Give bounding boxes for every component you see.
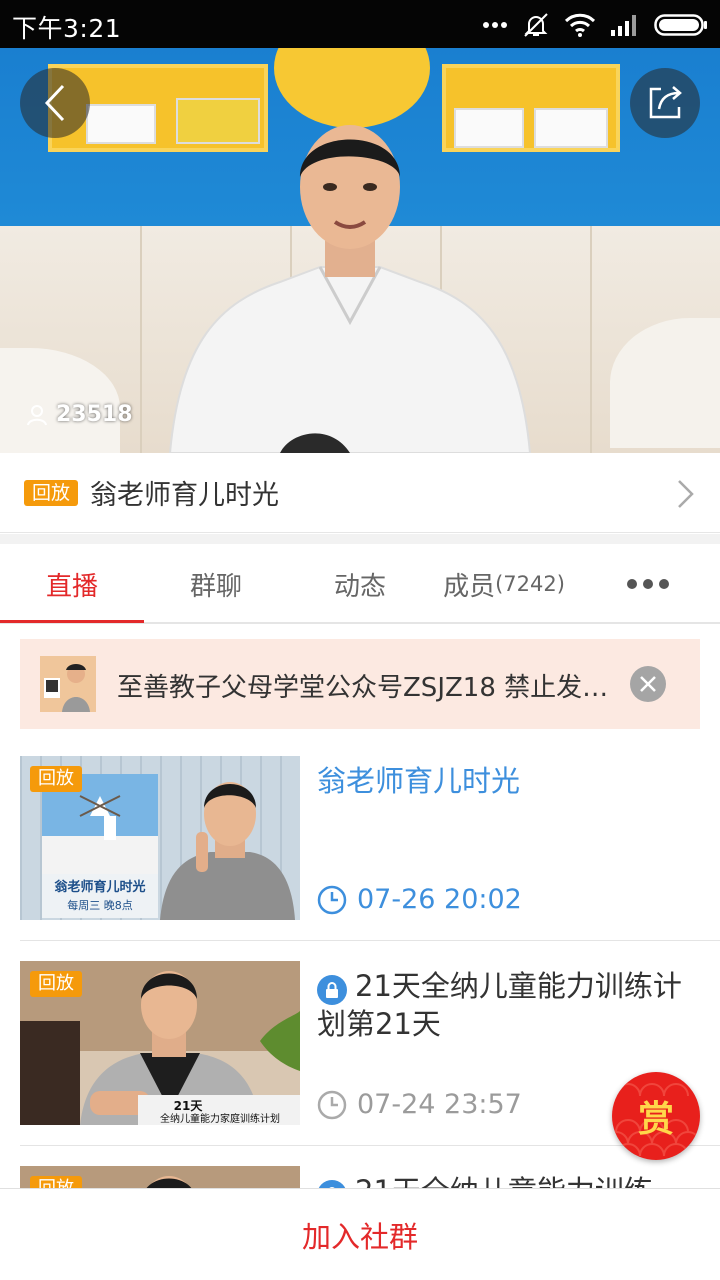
panel-line <box>140 226 142 453</box>
replay-badge: 回放 <box>24 479 79 506</box>
more-dots-icon <box>483 22 507 28</box>
panel-line <box>590 226 592 453</box>
chevron-right-icon <box>678 480 694 508</box>
notice-thumbnail <box>40 656 96 712</box>
close-icon <box>640 676 656 692</box>
thumbnail-caption: 翁老师育儿时光 <box>53 879 145 895</box>
signal-icon <box>611 15 636 36</box>
battery-icon <box>654 14 707 36</box>
list-item[interactable]: 翁老师育儿时光 每周三 晚8点 回放 翁老师育儿时光 07-26 20:02 <box>20 756 700 920</box>
live-video[interactable]: 23518 <box>0 48 720 453</box>
status-bar: 下午3:21 <box>0 0 720 48</box>
share-icon <box>649 86 682 119</box>
wifi-icon <box>564 13 596 37</box>
item-title-text: 21天全纳儿童能力训练计划第21天 <box>317 969 682 1041</box>
divider <box>20 940 720 941</box>
clock-icon <box>317 1090 347 1119</box>
reward-label: 赏 <box>637 1099 674 1140</box>
viewer-count: 23518 <box>26 402 133 427</box>
notice-thumbnail-image <box>40 656 96 712</box>
notice-banner[interactable]: 至善教子父母学堂公众号ZSJZ18 禁止发广告 <box>20 639 700 729</box>
chevron-left-icon <box>44 84 65 122</box>
live-title-row[interactable]: 回放 翁老师育儿时光 <box>0 453 720 533</box>
live-title: 翁老师育儿时光 <box>90 480 280 511</box>
share-button[interactable] <box>630 68 700 138</box>
tab-members[interactable]: 成员 (7242) <box>432 544 576 624</box>
join-group-button[interactable]: 加入社群 <box>302 1214 418 1256</box>
tab-live[interactable]: 直播 <box>0 544 144 624</box>
thumbnail-subcaption: 每周三 晚8点 <box>67 898 133 912</box>
bottom-bar: 加入社群 <box>0 1188 720 1280</box>
video-prop <box>86 104 156 144</box>
replay-badge: 回放 <box>30 766 82 792</box>
tab-feed[interactable]: 动态 <box>288 544 432 624</box>
list-item[interactable]: 21天 全纳儿童能力家庭训练计划 回放 21天全纳儿童能力训练计划第21天 07… <box>20 961 700 1125</box>
tab-label: 群聊 <box>189 571 242 602</box>
status-time: 下午3:21 <box>12 14 122 43</box>
item-time-value: 07-26 20:02 <box>357 884 522 915</box>
tab-label: 动态 <box>333 571 386 602</box>
viewer-count-value: 23518 <box>56 402 133 427</box>
tab-group-chat[interactable]: 群聊 <box>144 544 288 624</box>
member-count: (7242) <box>495 572 565 596</box>
item-time: 07-26 20:02 <box>317 884 522 915</box>
mute-icon <box>524 13 548 37</box>
back-button[interactable] <box>20 68 90 138</box>
more-icon <box>627 579 669 589</box>
notice-close-button[interactable] <box>630 666 666 702</box>
item-title: 21天全纳儿童能力训练计划第21天 <box>317 967 700 1043</box>
item-time: 07-24 23:57 <box>317 1089 522 1120</box>
presenter-figure <box>168 125 532 453</box>
notice-text: 至善教子父母学堂公众号ZSJZ18 禁止发广告 <box>117 673 615 703</box>
item-thumbnail: 翁老师育儿时光 每周三 晚8点 回放 <box>20 756 300 920</box>
person-icon <box>27 404 47 425</box>
item-time-value: 07-24 23:57 <box>357 1089 522 1120</box>
lock-icon <box>317 975 347 1005</box>
thumbnail-subcaption: 全纳儿童能力家庭训练计划 <box>160 1112 280 1125</box>
replay-badge: 回放 <box>30 971 82 997</box>
active-tab-indicator <box>0 620 144 623</box>
tab-more[interactable] <box>576 544 720 624</box>
tab-label: 成员 <box>443 571 496 602</box>
tab-label: 直播 <box>45 571 98 602</box>
reward-button[interactable]: 赏 <box>612 1072 700 1160</box>
clock-icon <box>317 885 347 914</box>
item-title: 翁老师育儿时光 <box>317 764 521 798</box>
tab-bar: 直播 群聊 动态 成员 (7242) <box>0 544 720 624</box>
section-gap <box>0 534 720 544</box>
video-prop <box>534 108 608 148</box>
status-icons <box>482 10 708 40</box>
item-thumbnail: 21天 全纳儿童能力家庭训练计划 回放 <box>20 961 300 1125</box>
thumbnail-caption: 21天 <box>174 1099 204 1113</box>
